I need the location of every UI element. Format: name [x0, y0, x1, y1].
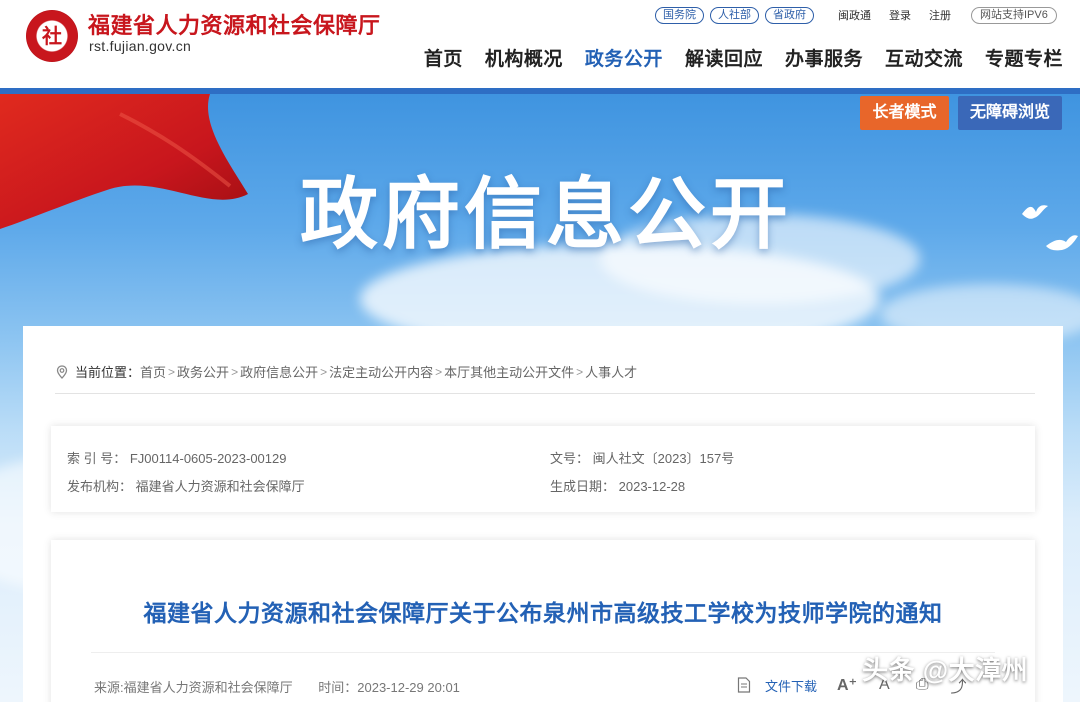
dove-icon	[1022, 205, 1048, 219]
link-state-council[interactable]: 国务院	[655, 6, 704, 24]
generated-date-value: 2023-12-28	[618, 479, 686, 494]
article-time-label: 时间：	[318, 680, 358, 695]
breadcrumb-label: 当前位置：	[75, 365, 141, 380]
site-logo-icon[interactable]: 社	[26, 10, 78, 62]
ipv6-badge: 网站支持IPV6	[971, 6, 1057, 24]
accessibility-button[interactable]: 无障碍浏览	[958, 96, 1062, 130]
nav-gov-affairs[interactable]: 政务公开	[585, 44, 663, 71]
article-meta: 来源:福建省人力资源和社会保障厅 时间：2023-12-29 20:01	[94, 677, 460, 696]
nav-interaction[interactable]: 互动交流	[885, 44, 963, 71]
logo-character: 社	[42, 24, 62, 48]
publisher-row: 发布机构： 福建省人力资源和社会保障厅	[67, 476, 305, 495]
index-number-label: 索 引 号：	[67, 451, 127, 466]
site-title[interactable]: 福建省人力资源和社会保障厅	[88, 8, 381, 40]
banner-title: 政府信息公开	[300, 170, 793, 260]
nav-about[interactable]: 机构概况	[485, 44, 563, 71]
top-links: 国务院 人社部 省政府 闽政通 登录 注册 网站支持IPV6	[655, 6, 1057, 24]
publisher-value: 福建省人力资源和社会保障厅	[135, 479, 305, 494]
breadcrumb-divider	[55, 393, 1035, 394]
dove-icon	[1046, 235, 1078, 251]
site-header: 社 福建省人力资源和社会保障厅 rst.fujian.gov.cn 国务院 人社…	[0, 0, 1080, 88]
generated-date-row: 生成日期： 2023-12-28	[550, 476, 685, 495]
article-time-value: 2023-12-29 20:01	[357, 680, 460, 695]
link-provincial-gov[interactable]: 省政府	[765, 6, 814, 24]
link-minzhengtong[interactable]: 闽政通	[838, 7, 871, 23]
breadcrumb-separator: >	[168, 364, 176, 379]
article-title: 福建省人力资源和社会保障厅关于公布泉州市高级技工学校为技师学院的通知	[143, 600, 943, 626]
nav-interpretation[interactable]: 解读回应	[685, 44, 763, 71]
breadcrumb-separator: >	[435, 364, 443, 379]
document-number-row: 文号： 闽人社文〔2023〕157号	[550, 448, 734, 467]
document-icon	[737, 677, 751, 693]
breadcrumb-item-home[interactable]: 首页	[140, 362, 166, 381]
document-number-value: 闽人社文〔2023〕157号	[592, 451, 735, 466]
file-download-link[interactable]: 文件下载	[765, 676, 817, 695]
breadcrumb-separator: >	[576, 364, 584, 379]
breadcrumb-item-statutory[interactable]: 法定主动公开内容	[329, 362, 433, 381]
font-increase-icon[interactable]: A⁺	[837, 675, 857, 695]
breadcrumb-item-gov-affairs[interactable]: 政务公开	[177, 362, 229, 381]
nav-home[interactable]: 首页	[424, 44, 463, 71]
breadcrumb-separator: >	[320, 364, 328, 379]
article-divider	[91, 652, 995, 653]
site-domain: rst.fujian.gov.cn	[89, 38, 192, 54]
nav-services[interactable]: 办事服务	[785, 44, 863, 71]
publisher-label: 发布机构：	[67, 479, 133, 494]
generated-date-label: 生成日期：	[550, 479, 616, 494]
content-card: 当前位置： 首页 > 政务公开 > 政府信息公开 > 法定主动公开内容 > 本厅…	[23, 326, 1063, 702]
link-mohrss[interactable]: 人社部	[710, 6, 759, 24]
breadcrumb-item-personnel[interactable]: 人事人才	[585, 362, 637, 381]
nav-topics[interactable]: 专题专栏	[985, 44, 1063, 71]
register-link[interactable]: 注册	[929, 7, 951, 23]
elder-mode-button[interactable]: 长者模式	[860, 96, 949, 130]
article-source: 来源:福建省人力资源和社会保障厅	[94, 680, 293, 695]
watermark-text: 头条 @大漳州	[862, 655, 1029, 685]
breadcrumb-item-info-disclosure[interactable]: 政府信息公开	[240, 362, 318, 381]
location-pin-icon	[56, 364, 68, 379]
document-number-label: 文号：	[550, 451, 590, 466]
red-flag-icon	[0, 94, 248, 229]
document-meta-box: 索 引 号： FJ00114-0605-2023-00129 文号： 闽人社文〔…	[51, 426, 1035, 512]
index-number-value: FJ00114-0605-2023-00129	[129, 451, 287, 466]
breadcrumb: 当前位置： 首页 > 政务公开 > 政府信息公开 > 法定主动公开内容 > 本厅…	[55, 362, 637, 381]
breadcrumb-separator: >	[231, 364, 239, 379]
main-nav: 首页 机构概况 政务公开 解读回应 办事服务 互动交流 专题专栏	[402, 44, 1063, 71]
login-link[interactable]: 登录	[889, 7, 911, 23]
breadcrumb-item-other-files[interactable]: 本厅其他主动公开文件	[444, 362, 574, 381]
index-number-row: 索 引 号： FJ00114-0605-2023-00129	[67, 448, 286, 467]
